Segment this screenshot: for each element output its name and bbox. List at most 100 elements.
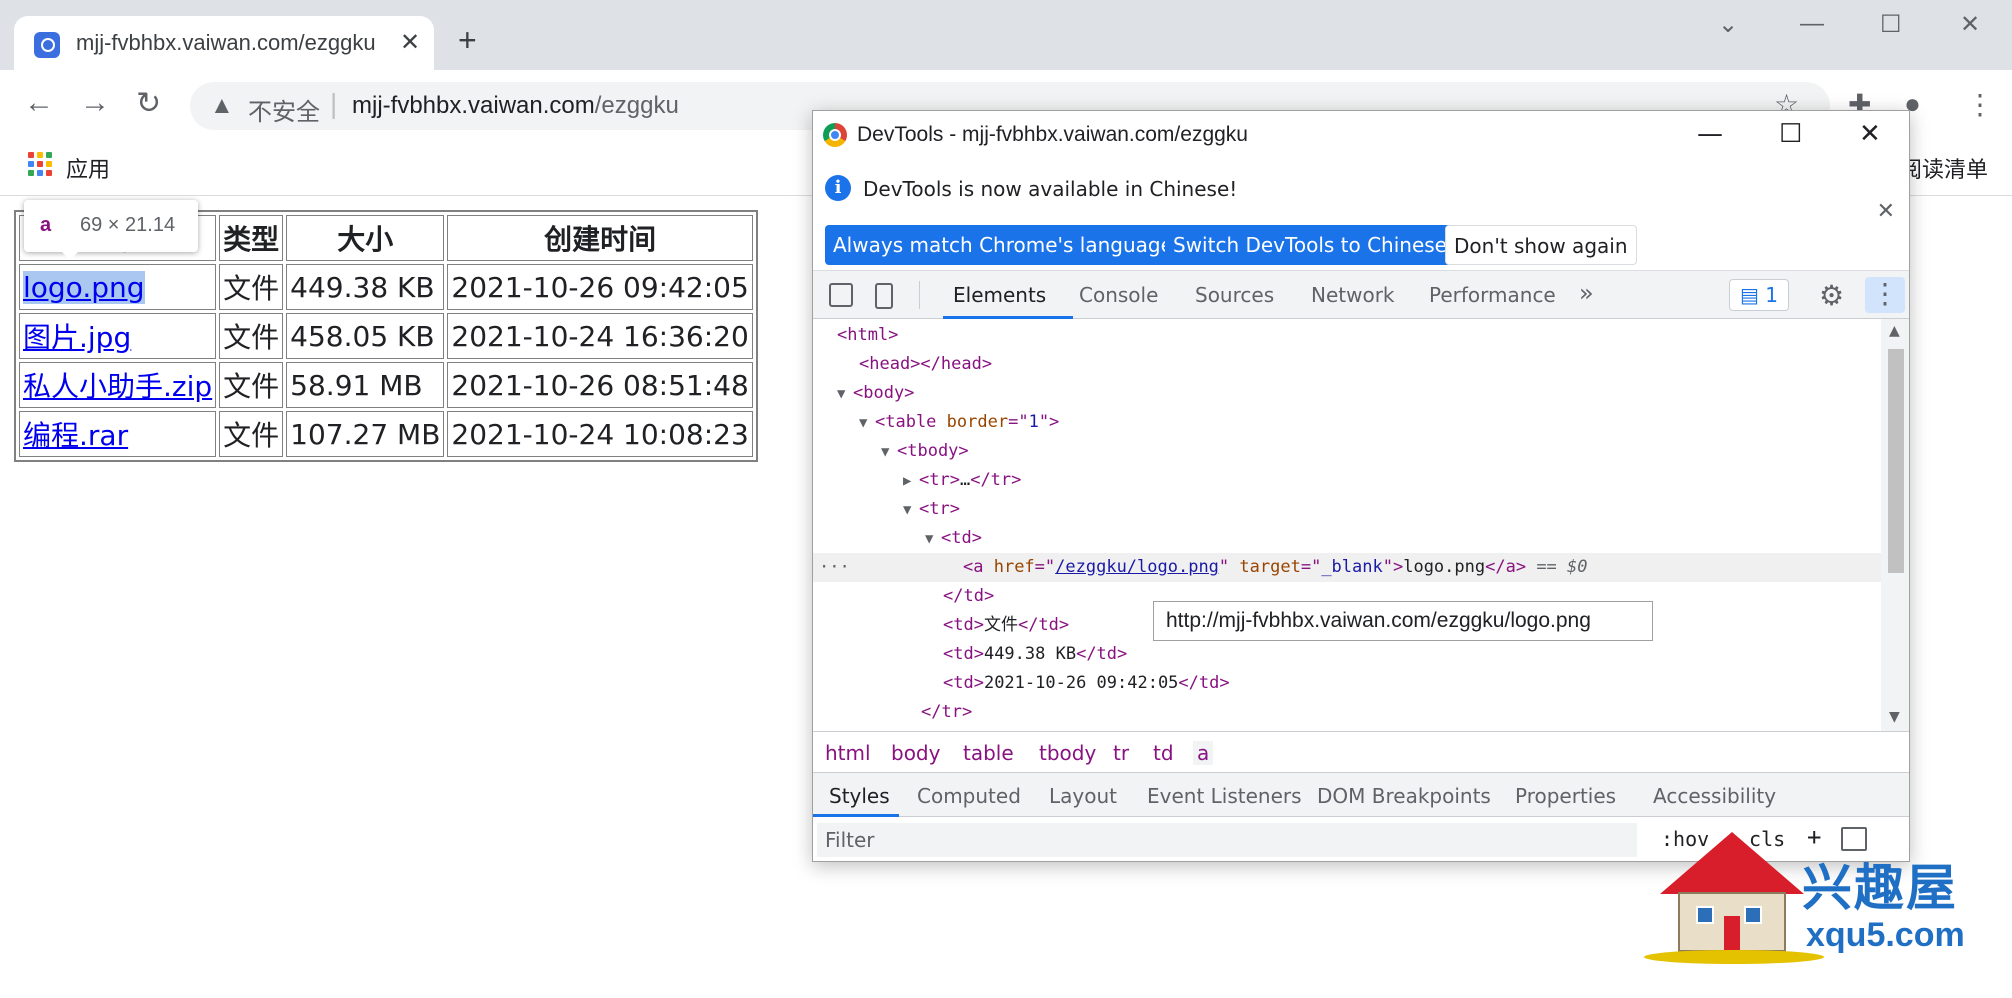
dom-tree-scrollbar[interactable]: ▲ ▼ [1881, 319, 1909, 731]
target-value: _blank [1321, 557, 1383, 577]
tab-layout[interactable]: Layout [1049, 784, 1117, 808]
devtools-title: DevTools - mjj-fvbhbx.vaiwan.com/ezggku [857, 123, 1248, 146]
window-minimize-icon[interactable]: — [1800, 10, 1824, 38]
tab-dom-breakpoints[interactable]: DOM Breakpoints [1317, 784, 1491, 808]
issues-icon: ▤ [1740, 283, 1766, 307]
apps-grid-icon[interactable] [28, 152, 52, 176]
tab-network[interactable]: Network [1311, 283, 1395, 307]
security-label[interactable]: 不安全 [248, 92, 320, 127]
crumb-tbody[interactable]: tbody [1039, 741, 1096, 765]
more-tabs-icon[interactable]: » [1579, 279, 1594, 307]
tab-performance[interactable]: Performance [1429, 283, 1556, 307]
dom-node-td[interactable]: ▼ <td> [813, 524, 1881, 553]
reload-icon[interactable]: ↻ [136, 86, 161, 121]
device-toolbar-icon[interactable] [875, 283, 893, 309]
file-link[interactable]: 私人小助手.zip [23, 370, 212, 403]
devtools-window: DevTools - mjj-fvbhbx.vaiwan.com/ezggku … [812, 110, 1910, 862]
cell-name: 私人小助手.zip [19, 362, 217, 408]
tab-styles[interactable]: Styles [829, 784, 890, 808]
new-tab-button[interactable]: + [458, 24, 477, 56]
cell-created: 2021-10-26 09:42:05 [447, 264, 753, 310]
back-arrow-icon[interactable]: ← [24, 86, 54, 120]
match-language-button[interactable]: Always match Chrome's language [825, 225, 1181, 265]
dom-node-tr-close[interactable]: </tr> [813, 698, 1881, 727]
dom-node-tr[interactable]: ▼ <tr> [813, 495, 1881, 524]
tab-strip: mjj-fvbhbx.vaiwan.com/ezggku ✕ + ⌄ — ☐ ✕ [0, 0, 2012, 70]
devtools-titlebar[interactable]: DevTools - mjj-fvbhbx.vaiwan.com/ezggku … [813, 111, 1909, 159]
header-created: 创建时间 [447, 215, 753, 261]
issues-count: 1 [1765, 283, 1778, 307]
window-maximize-icon[interactable]: ☐ [1880, 10, 1902, 39]
crumb-table[interactable]: table [963, 741, 1014, 765]
tab-sources[interactable]: Sources [1195, 283, 1274, 307]
styles-pane-tabs: Styles Computed Layout Event Listeners D… [813, 773, 1909, 817]
browser-menu-icon[interactable]: ⋮ [1966, 88, 1994, 121]
inspect-element-icon[interactable] [829, 283, 853, 307]
house-door-shape [1724, 916, 1740, 952]
devtools-close-icon[interactable]: ✕ [1859, 119, 1881, 149]
settings-gear-icon[interactable]: ⚙ [1819, 279, 1844, 312]
dom-node-tbody[interactable]: ▼ <tbody> [813, 437, 1881, 466]
file-link[interactable]: 图片.jpg [23, 321, 131, 354]
dom-node-html[interactable]: <html> [813, 321, 1881, 350]
cell-created: 2021-10-26 08:51:48 [447, 362, 753, 408]
infobar-close-icon[interactable]: ✕ [1877, 199, 1895, 224]
table-row: 图片.jpg 文件 458.05 KB 2021-10-24 16:36:20 [19, 313, 753, 359]
scroll-down-icon[interactable]: ▼ [1889, 709, 1900, 725]
tab-console[interactable]: Console [1079, 283, 1158, 307]
dont-show-again-button[interactable]: Don't show again [1445, 225, 1637, 265]
crumb-tr[interactable]: tr [1113, 741, 1129, 765]
dom-node-td-size[interactable]: <td>449.38 KB</td> [813, 640, 1881, 669]
dom-node-body[interactable]: ▼ <body> [813, 379, 1881, 408]
devtools-maximize-icon[interactable]: ☐ [1779, 119, 1802, 149]
crumb-body[interactable]: body [891, 741, 940, 765]
cell-name: 图片.jpg [19, 313, 217, 359]
href-link[interactable]: /ezggku/logo.png [1055, 557, 1219, 577]
cell-created: 2021-10-24 16:36:20 [447, 313, 753, 359]
warning-icon[interactable]: ▲ [210, 92, 234, 120]
chrome-logo-icon [823, 123, 847, 147]
tab-close-icon[interactable]: ✕ [400, 28, 420, 57]
tab-event-listeners[interactable]: Event Listeners [1147, 784, 1302, 808]
browser-tab-active[interactable]: mjj-fvbhbx.vaiwan.com/ezggku ✕ [14, 16, 434, 70]
selected-marker: == $0 [1536, 557, 1588, 577]
dom-node-a-selected[interactable]: ··· <a href="/ezggku/logo.png" target="_… [813, 553, 1881, 582]
dom-node-tr-collapsed[interactable]: ▶ <tr>…</tr> [813, 466, 1881, 495]
tooltip-dimensions: 69 × 21.14 [80, 214, 176, 236]
crumb-td[interactable]: td [1153, 741, 1174, 765]
site-watermark-logo: 兴趣屋 xqu5.com [1640, 828, 2000, 978]
tab-elements[interactable]: Elements [953, 283, 1046, 307]
devtools-menu-icon[interactable]: ⋮ [1865, 277, 1905, 313]
bookmark-apps[interactable]: 应用 [66, 152, 110, 184]
elements-dom-tree[interactable]: <html> <head></head> ▼ <body> ▼ <table bor… [813, 319, 1881, 731]
node-actions-icon[interactable]: ··· [819, 553, 850, 582]
url-host: mjj-fvbhbx.vaiwan.com [352, 92, 595, 119]
forward-arrow-icon[interactable]: → [80, 86, 110, 120]
header-type: 类型 [219, 215, 284, 261]
scrollbar-thumb[interactable] [1888, 349, 1904, 573]
reading-list-button[interactable]: 阅读清单 [1900, 152, 1988, 184]
url-text[interactable]: mjj-fvbhbx.vaiwan.com/ezggku [352, 92, 679, 120]
scroll-up-icon[interactable]: ▲ [1889, 323, 1900, 339]
infobar-message: DevTools is now available in Chinese! [863, 177, 1238, 201]
dom-node-head[interactable]: <head></head> [813, 350, 1881, 379]
devtools-minimize-icon[interactable]: — [1697, 119, 1723, 149]
window-close-icon[interactable]: ✕ [1960, 10, 1980, 39]
dom-node-table[interactable]: ▼ <table border="1"> [813, 408, 1881, 437]
file-link[interactable]: logo.png [23, 270, 145, 304]
file-link[interactable]: 编程.rar [23, 419, 128, 452]
header-size: 大小 [286, 215, 445, 261]
language-infobar: i DevTools is now available in Chinese! … [813, 159, 1909, 271]
styles-filter-input[interactable] [817, 823, 1637, 857]
tab-search-icon[interactable]: ⌄ [1718, 10, 1738, 39]
info-icon: i [825, 175, 851, 201]
switch-to-chinese-button[interactable]: Switch DevTools to Chinese [1165, 225, 1455, 265]
tab-properties[interactable]: Properties [1515, 784, 1616, 808]
cell-size: 107.27 MB [286, 411, 445, 457]
tab-accessibility[interactable]: Accessibility [1653, 784, 1776, 808]
crumb-html[interactable]: html [825, 741, 871, 765]
issues-badge[interactable]: ▤ 1 [1729, 279, 1789, 311]
crumb-a[interactable]: a [1193, 741, 1214, 765]
tab-computed[interactable]: Computed [917, 784, 1021, 808]
dom-node-td-date[interactable]: <td>2021-10-26 09:42:05</td> [813, 669, 1881, 698]
